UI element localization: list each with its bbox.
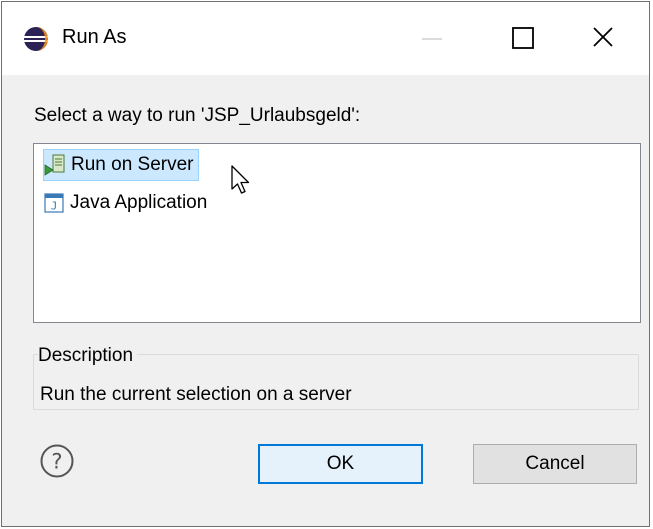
window-title: Run As [62,26,127,48]
svg-text:?: ? [51,450,62,474]
close-button[interactable] [572,14,632,64]
close-icon [593,27,613,47]
minimize-button[interactable] [402,14,462,64]
run-options-list[interactable]: Run on Server J Java Application [33,143,641,323]
list-item-java-application[interactable]: J Java Application [43,188,207,218]
svg-text:J: J [51,200,58,213]
eclipse-icon [24,27,48,51]
title-bar[interactable]: Run As [2,2,649,75]
maximize-icon [512,27,534,49]
maximize-button[interactable] [492,14,552,64]
run-as-dialog: Run As Select a way to run 'JSP_Urlaubsg… [1,1,650,527]
minimize-icon [422,38,442,40]
description-legend: Description [38,345,138,367]
ok-button[interactable]: OK [258,444,423,484]
list-item-label: Run on Server [71,154,194,175]
java-app-icon: J [44,193,64,213]
cancel-button[interactable]: Cancel [473,444,637,484]
server-run-icon [44,154,65,176]
list-item-label: Java Application [70,192,208,213]
description-text: Run the current selection on a server [40,384,352,405]
mouse-cursor-icon [231,165,250,194]
help-button[interactable]: ? [39,443,75,479]
run-prompt-label: Select a way to run 'JSP_Urlaubsgeld': [34,105,361,126]
list-item-run-on-server[interactable]: Run on Server [43,149,199,181]
help-icon: ? [40,444,74,478]
